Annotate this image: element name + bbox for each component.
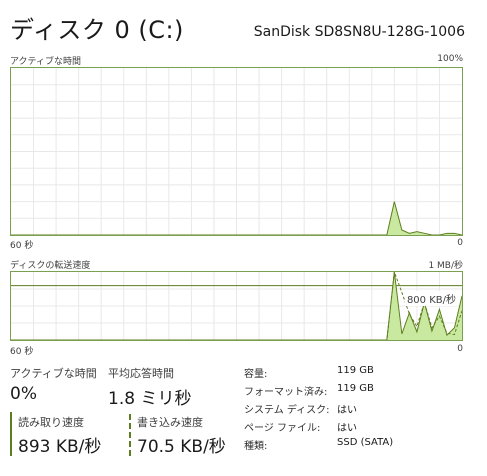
activity-graph-label: アクティブな時間 — [10, 57, 82, 67]
response-time-value: 1.8 ミリ秒 — [108, 389, 192, 409]
info-type-value: SSD (SATA) — [337, 437, 394, 448]
activity-graph — [10, 67, 463, 236]
activity-graph-zero: 0 — [457, 238, 463, 248]
info-capacity-key: 容量: — [244, 369, 268, 380]
disk-title: ディスク 0 (C:) — [10, 16, 184, 44]
info-page-file-key: ページ ファイル: — [244, 423, 321, 434]
info-page-file-value: はい — [337, 423, 357, 434]
transfer-graph-time: 60 秒 — [10, 347, 34, 357]
info-formatted-value: 119 GB — [337, 383, 374, 394]
info-system-disk-value: はい — [337, 405, 357, 416]
active-time-label: アクティブな時間 — [10, 367, 97, 380]
read-speed-value: 893 KB/秒 — [18, 437, 102, 457]
write-speed-value: 70.5 KB/秒 — [137, 437, 226, 457]
response-time-label: 平均応答時間 — [108, 367, 174, 380]
activity-graph-time: 60 秒 — [10, 241, 34, 251]
info-capacity-value: 119 GB — [337, 365, 374, 376]
disk-model: SanDisk SD8SN8U-128G-1006 — [253, 24, 465, 40]
read-speed-label: 読み取り速度 — [18, 416, 84, 429]
info-formatted-key: フォーマット済み: — [244, 387, 328, 398]
activity-graph-svg — [11, 68, 462, 235]
transfer-line-label: 800 KB/秒 — [404, 291, 458, 306]
transfer-graph-svg — [11, 272, 462, 340]
read-speed-indicator — [10, 412, 12, 456]
activity-graph-max: 100% — [437, 54, 463, 64]
transfer-graph-label: ディスクの転送速度 — [10, 261, 91, 271]
active-time-value: 0% — [10, 384, 37, 404]
info-type-key: 種類: — [244, 441, 268, 452]
write-speed-indicator — [129, 414, 131, 456]
transfer-graph: 800 KB/秒 — [10, 271, 463, 341]
transfer-graph-max: 1 MB/秒 — [428, 261, 463, 271]
write-speed-label: 書き込み速度 — [137, 416, 203, 429]
info-system-disk-key: システム ディスク: — [244, 405, 330, 416]
transfer-graph-zero: 0 — [457, 344, 463, 354]
